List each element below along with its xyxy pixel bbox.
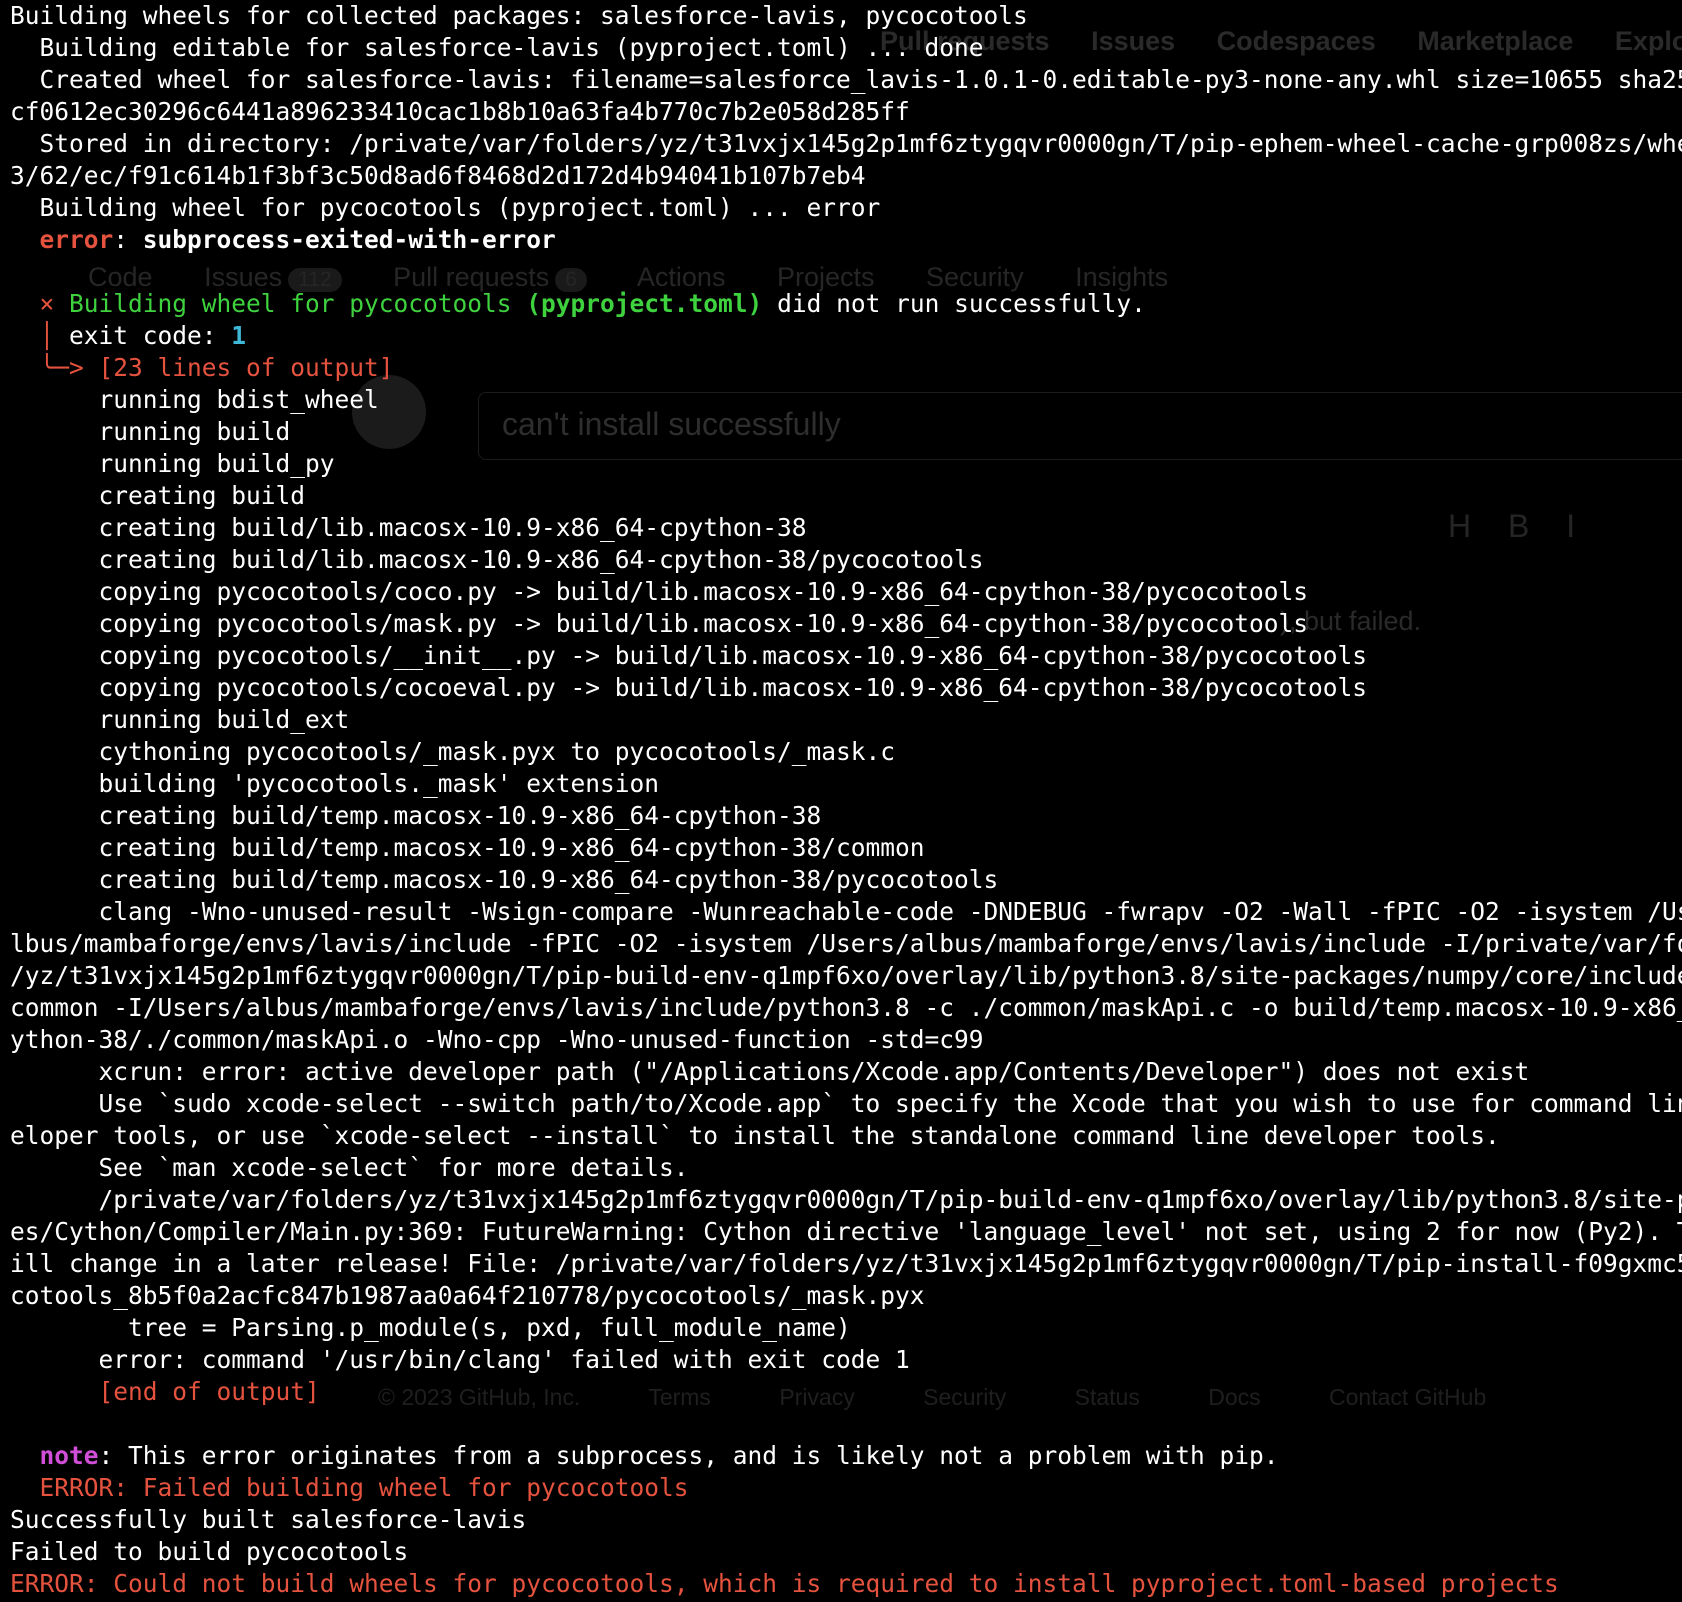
terminal-line: creating build/temp.macosx-10.9-x86_64-c… [10,801,822,830]
terminal-line: /private/var/folders/yz/t31vxjx145g2p1mf… [10,1185,1682,1214]
terminal-line: Building wheels for collected packages: … [10,1,1028,30]
cross-icon: × [39,289,55,318]
note-message: : This error originates from a subproces… [98,1441,1279,1470]
terminal-line: xcrun: error: active developer path ("/A… [10,1057,1530,1086]
terminal-line: clang -Wno-unused-result -Wsign-compare … [10,897,1682,926]
terminal-line: cythoning pycocotools/_mask.pyx to pycoc… [10,737,896,766]
error-name: subprocess-exited-with-error [142,225,556,254]
terminal-line: cf0612ec30296c6441a896233410cac1b8b10a63… [10,97,910,126]
terminal-line-output-header: ╰─> [23 lines of output] [10,352,394,384]
failure-target: (pyproject.toml) [526,289,763,318]
terminal-line: copying pycocotools/cocoeval.py -> build… [10,673,1368,702]
terminal-line: tree = Parsing.p_module(s, pxd, full_mod… [10,1313,851,1342]
terminal-line-note: note: This error originates from a subpr… [10,1440,1279,1472]
terminal-line: creating build/temp.macosx-10.9-x86_64-c… [10,865,999,894]
terminal-line: cotools_8b5f0a2acfc847b1987aa0a64f210778… [10,1281,925,1310]
terminal-line-failure: × Building wheel for pycocotools (pyproj… [10,288,1146,320]
terminal-line: copying pycocotools/mask.py -> build/lib… [10,609,1309,638]
terminal-line-error: ERROR: Failed building wheel for pycocot… [10,1473,689,1502]
terminal-line: 3/62/ec/f91c614b1f3bf3c50d8ad6f8468d2d17… [10,161,866,190]
terminal-line: eloper tools, or use `xcode-select --ins… [10,1121,1500,1150]
terminal-line: Successfully built salesforce-lavis [10,1505,527,1534]
terminal-line: running build [10,417,291,446]
terminal-line: creating build/temp.macosx-10.9-x86_64-c… [10,833,925,862]
terminal-line: error: command '/usr/bin/clang' failed w… [10,1345,910,1374]
terminal-line-exit-code: │ exit code: 1 [10,320,247,352]
terminal-line: ython-38/./common/maskApi.o -Wno-cpp -Wn… [10,1025,984,1054]
output-count: ╰─> [23 lines of output] [39,353,394,382]
terminal-line: es/Cython/Compiler/Main.py:369: FutureWa… [10,1217,1682,1246]
terminal-line: running bdist_wheel [10,385,379,414]
terminal-line: ill change in a later release! File: /pr… [10,1249,1682,1278]
terminal-line: copying pycocotools/__init__.py -> build… [10,641,1368,670]
terminal-line: creating build [10,481,306,510]
terminal-line: Stored in directory: /private/var/folder… [10,129,1682,158]
terminal-line-error-label: error: subprocess-exited-with-error [10,224,556,256]
terminal-line: Created wheel for salesforce-lavis: file… [10,65,1682,94]
colon: : [113,225,143,254]
terminal-line: creating build/lib.macosx-10.9-x86_64-cp… [10,545,984,574]
terminal-line: copying pycocotools/coco.py -> build/lib… [10,577,1309,606]
failure-message: Building wheel for pycocotools [54,289,527,318]
terminal-line: /yz/t31vxjx145g2p1mf6ztygqvr0000gn/T/pip… [10,961,1682,990]
error-keyword: error [39,225,114,254]
terminal-line: Building editable for salesforce-lavis (… [10,33,984,62]
terminal-line: creating build/lib.macosx-10.9-x86_64-cp… [10,513,807,542]
terminal-line: lbus/mambaforge/envs/lavis/include -fPIC… [10,929,1682,958]
terminal-line: Use `sudo xcode-select --switch path/to/… [10,1089,1682,1118]
terminal-line-end-of-output: [end of output] [10,1377,320,1406]
terminal-line: running build_py [10,449,335,478]
exit-code-label: exit code: [54,321,232,350]
terminal-line: See `man xcode-select` for more details. [10,1153,689,1182]
exit-code-value: 1 [231,321,247,350]
terminal-line-final-error: ERROR: Could not build wheels for pycoco… [10,1569,1559,1598]
failure-suffix: did not run successfully. [762,289,1146,318]
note-keyword: note [39,1441,99,1470]
terminal-output[interactable]: Building wheels for collected packages: … [0,0,1682,1602]
tree-pipe-icon: │ [39,321,55,350]
terminal-line: Building wheel for pycocotools (pyprojec… [10,193,881,222]
terminal-line: building 'pycocotools._mask' extension [10,769,660,798]
terminal-line: Failed to build pycocotools [10,1537,409,1566]
terminal-line: common -I/Users/albus/mambaforge/envs/la… [10,993,1682,1022]
terminal-line: running build_ext [10,705,350,734]
